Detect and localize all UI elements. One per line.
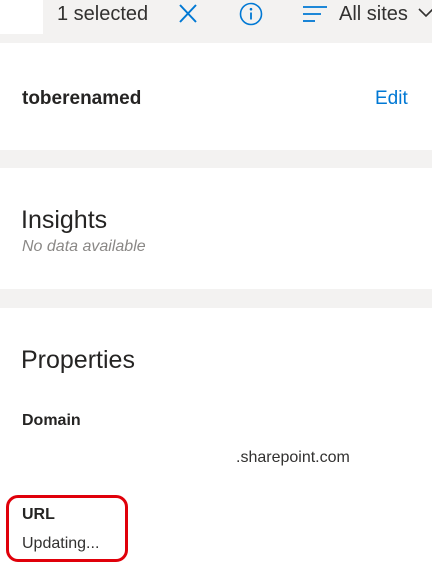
section-divider [0, 289, 432, 308]
command-bar: 1 selected All sites [0, 0, 432, 43]
section-divider [0, 150, 432, 168]
command-bar-blank-area [0, 0, 43, 34]
selection-count: 1 selected [57, 3, 149, 25]
insights-empty-text: No data available [22, 238, 146, 255]
edit-link[interactable]: Edit [375, 88, 408, 110]
filter-icon[interactable] [302, 4, 328, 24]
info-icon[interactable] [238, 1, 264, 27]
domain-label: Domain [22, 412, 81, 429]
annotation-highlight [6, 495, 128, 562]
site-name: toberenamed [22, 88, 142, 109]
properties-title: Properties [21, 346, 135, 374]
site-filter-label[interactable]: All sites [339, 3, 408, 25]
close-icon[interactable] [176, 3, 200, 25]
insights-title: Insights [21, 206, 108, 234]
chevron-down-icon[interactable] [418, 6, 432, 20]
domain-value: .sharepoint.com [236, 449, 350, 466]
